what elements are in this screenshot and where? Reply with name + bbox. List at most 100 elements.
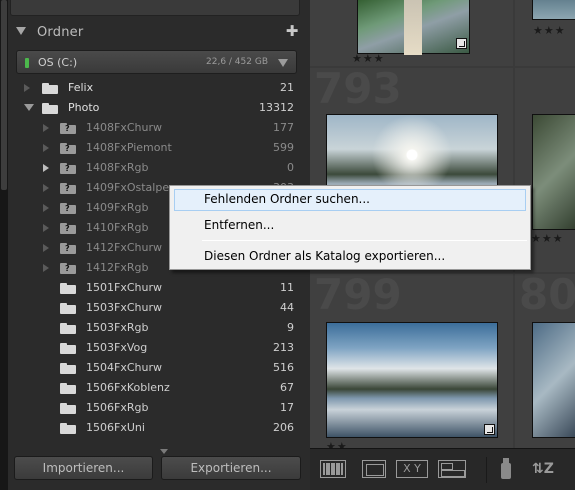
photo-thumbnail[interactable] <box>532 322 575 438</box>
folder-row[interactable]: 1506FxRgb 17 <box>10 398 300 418</box>
lightroom-library-window: Ordner ✚ OS (C:) 22,6 / 452 GB Felix 21 Ph… <box>0 0 575 490</box>
missing-folder-icon: ? <box>60 203 76 214</box>
disclosure-closed-icon[interactable] <box>43 164 49 172</box>
folder-row[interactable]: 1503FxChurw 44 <box>10 298 300 318</box>
photo-thumbnail[interactable] <box>326 322 498 438</box>
folder-name: 1412FxChurw <box>86 241 162 254</box>
sort-direction-icon[interactable]: ⇅Z <box>532 461 572 479</box>
grid-view-icon[interactable] <box>320 460 346 478</box>
folder-icon <box>60 383 76 394</box>
folder-icon <box>60 323 76 334</box>
folder-row[interactable]: ? 1408FxPiemont 599 <box>10 138 300 158</box>
metadata-badge-icon[interactable] <box>484 424 495 435</box>
menu-item-export-as-catalog[interactable]: Diesen Ordner als Katalog exportieren... <box>174 246 526 268</box>
section-title: Ordner <box>37 25 84 40</box>
folder-icon <box>42 103 58 114</box>
folder-row[interactable]: 1506FxKoblenz 67 <box>10 378 300 398</box>
photo-thumbnail[interactable] <box>357 0 470 55</box>
photo-thumbnail[interactable] <box>532 0 575 20</box>
folder-name: Felix <box>68 81 94 94</box>
folder-icon <box>60 403 76 414</box>
folder-icon <box>60 303 76 314</box>
folders-section-header[interactable]: Ordner ✚ <box>10 22 306 44</box>
star-rating[interactable]: ★★★ <box>531 232 564 245</box>
volume-size: 22,6 / 452 GB <box>206 57 268 67</box>
folder-row[interactable]: 1504FxChurw 516 <box>10 358 300 378</box>
missing-folder-icon: ? <box>60 263 76 274</box>
missing-folder-icon: ? <box>60 223 76 234</box>
scrollbar-thumb[interactable] <box>1 0 7 190</box>
grid-cell[interactable]: ★★★ <box>515 0 575 66</box>
cell-index: 799 <box>314 274 402 319</box>
folder-row[interactable]: 1503FxRgb 9 <box>10 318 300 338</box>
disclosure-open-icon[interactable] <box>24 104 34 111</box>
folder-row[interactable]: 1503FxVog 213 <box>10 338 300 358</box>
disclosure-closed-icon[interactable] <box>43 224 49 232</box>
grid-cell[interactable]: 80 <box>515 274 575 448</box>
disclosure-closed-icon[interactable] <box>43 244 49 252</box>
compare-view-icon[interactable]: X Y <box>396 460 428 478</box>
scroll-down-icon[interactable] <box>160 449 168 454</box>
missing-folder-icon: ? <box>60 143 76 154</box>
folder-count: 67 <box>280 381 294 394</box>
folder-row[interactable]: ? 1408FxChurw 177 <box>10 118 300 138</box>
cell-index: 793 <box>314 68 402 113</box>
menu-item-find-missing-folder[interactable]: Fehlenden Ordner suchen... <box>174 189 526 211</box>
folder-name: 1409FxOstalpen <box>86 181 177 194</box>
folder-name: 1504FxChurw <box>86 361 162 374</box>
folder-count: 516 <box>273 361 294 374</box>
folder-row[interactable]: Felix 21 <box>10 78 300 98</box>
cell-index: 80 <box>519 274 575 319</box>
survey-view-icon[interactable] <box>438 460 466 478</box>
folder-row[interactable]: 1506FxUni 206 <box>10 418 300 438</box>
folder-icon <box>42 83 58 94</box>
folder-count: 177 <box>273 121 294 134</box>
star-rating[interactable]: ★★★ <box>352 52 385 65</box>
volume-bar[interactable]: OS (C:) 22,6 / 452 GB <box>16 50 297 74</box>
grid-cell[interactable]: ★★★ <box>310 0 513 66</box>
painter-spray-can-icon[interactable] <box>500 458 512 480</box>
folder-name: 1408FxRgb <box>86 161 149 174</box>
folder-count: 11 <box>280 281 294 294</box>
collapse-triangle-icon[interactable] <box>16 27 26 35</box>
folder-name: Photo <box>68 101 100 114</box>
toolbar-divider <box>486 457 487 483</box>
folder-count: 213 <box>273 341 294 354</box>
folder-count: 17 <box>280 401 294 414</box>
disclosure-closed-icon[interactable] <box>43 124 49 132</box>
collapsed-panel-above <box>10 0 300 16</box>
folder-row[interactable]: 1501FxChurw 11 <box>10 278 300 298</box>
folder-icon <box>60 423 76 434</box>
photo-thumbnail[interactable] <box>532 114 575 230</box>
import-button[interactable]: Importieren... <box>14 456 153 480</box>
folder-name: 1408FxPiemont <box>86 141 172 154</box>
metadata-badge-icon[interactable] <box>456 38 467 49</box>
folder-count: 9 <box>287 321 294 334</box>
disclosure-closed-icon[interactable] <box>24 84 30 92</box>
folder-count: 13312 <box>259 101 294 114</box>
folder-count: 599 <box>273 141 294 154</box>
folder-name: 1503FxRgb <box>86 321 149 334</box>
folder-name: 1506FxRgb <box>86 401 149 414</box>
context-menu: Fehlenden Ordner suchen... Entfernen... … <box>169 185 531 270</box>
disclosure-closed-icon[interactable] <box>43 204 49 212</box>
loupe-view-icon[interactable] <box>362 460 386 478</box>
folder-row[interactable]: Photo 13312 <box>10 98 300 118</box>
disclosure-closed-icon[interactable] <box>43 144 49 152</box>
grid-cell[interactable]: 799 ★★ <box>310 274 513 448</box>
disclosure-closed-icon[interactable] <box>43 264 49 272</box>
add-folder-icon[interactable]: ✚ <box>284 24 300 40</box>
panel-bottom-bar: Importieren... Exportieren... <box>8 448 310 490</box>
volume-status-led-icon <box>25 58 29 68</box>
folder-name: 1506FxKoblenz <box>86 381 170 394</box>
star-rating[interactable]: ★★★ <box>533 24 566 37</box>
menu-item-remove[interactable]: Entfernen... <box>174 215 526 237</box>
panel-scrollbar[interactable] <box>0 0 8 490</box>
export-button[interactable]: Exportieren... <box>161 456 301 480</box>
chevron-down-icon[interactable] <box>278 59 288 67</box>
folder-name: 1503FxChurw <box>86 301 162 314</box>
disclosure-closed-icon[interactable] <box>43 184 49 192</box>
folder-name: 1409FxRgb <box>86 201 149 214</box>
folder-row[interactable]: ? 1408FxRgb 0 <box>10 158 300 178</box>
star-rating[interactable]: ★★ <box>326 440 348 448</box>
